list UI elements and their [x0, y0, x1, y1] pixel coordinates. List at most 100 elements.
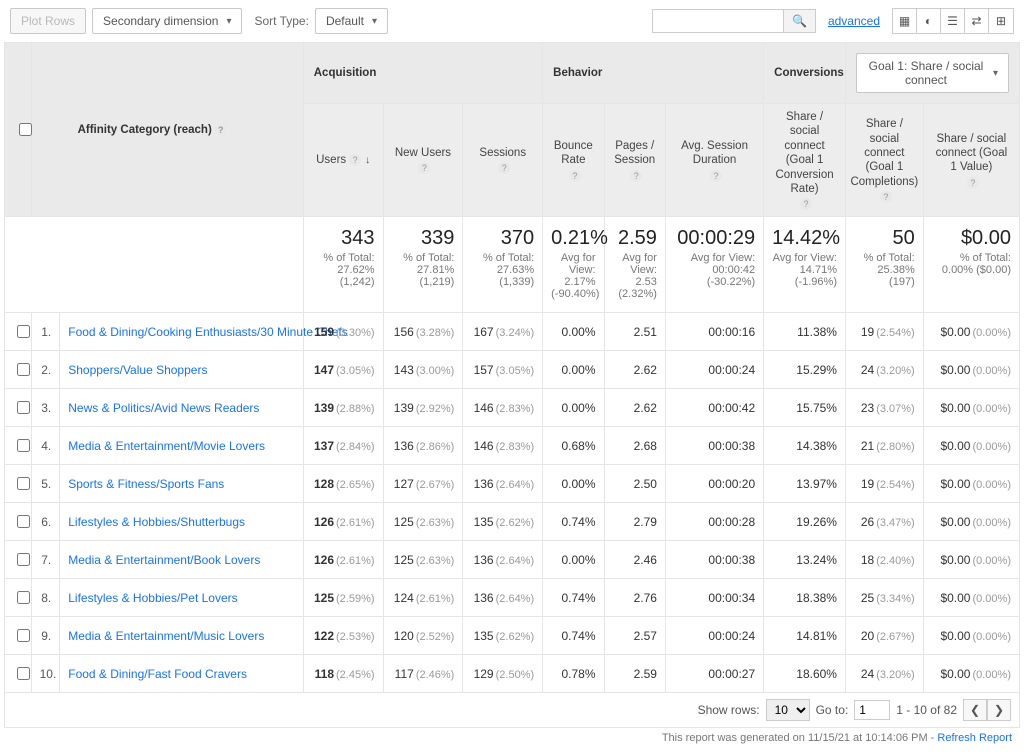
cv-rate-cell: 15.75%: [764, 389, 846, 427]
pps-cell: 2.51: [604, 313, 665, 351]
cv-value-cell: $0.00(0.00%): [923, 351, 1019, 389]
row-checkbox[interactable]: [17, 439, 30, 452]
row-index: 7.: [31, 541, 60, 579]
next-page-button[interactable]: ❯: [987, 699, 1011, 721]
col-cv-value[interactable]: Share / social connect (Goal 1 Value)?: [923, 104, 1019, 217]
category-link[interactable]: Food & Dining/Cooking Enthusiasts/30 Min…: [68, 325, 348, 339]
row-checkbox[interactable]: [17, 629, 30, 642]
bounce-cell: 0.00%: [543, 351, 604, 389]
col-bounce[interactable]: Bounce Rate?: [543, 104, 604, 217]
summary-new-users: 339% of Total:27.81%(1,219): [383, 217, 463, 313]
col-avg-dur[interactable]: Avg. Session Duration?: [665, 104, 763, 217]
row-checkbox[interactable]: [17, 667, 30, 680]
new-users-cell: 143(3.00%): [383, 351, 463, 389]
cv-completions-cell: 24(3.20%): [845, 351, 923, 389]
col-sessions[interactable]: Sessions?: [463, 104, 543, 217]
cv-completions-cell: 20(2.67%): [845, 617, 923, 655]
cv-rate-cell: 19.26%: [764, 503, 846, 541]
users-cell: 128(2.65%): [303, 465, 383, 503]
row-index: 3.: [31, 389, 60, 427]
table-row: 5.Sports & Fitness/Sports Fans128(2.65%)…: [5, 465, 1020, 503]
cv-rate-cell: 13.97%: [764, 465, 846, 503]
dimension-header[interactable]: Affinity Category (reach)?: [31, 43, 303, 217]
go-to-input[interactable]: [854, 700, 890, 720]
view-pie-icon[interactable]: ◐: [917, 9, 941, 33]
col-cv-completions[interactable]: Share / social connect (Goal 1 Completio…: [845, 104, 923, 217]
row-checkbox[interactable]: [17, 553, 30, 566]
category-cell: Media & Entertainment/Music Lovers: [60, 617, 304, 655]
rows-select[interactable]: 10: [766, 699, 810, 721]
pps-cell: 2.76: [604, 579, 665, 617]
row-checkbox[interactable]: [17, 363, 30, 376]
sessions-cell: 129(2.50%): [463, 655, 543, 693]
row-checkbox[interactable]: [17, 591, 30, 604]
col-cv-rate[interactable]: Share / social connect (Goal 1 Conversio…: [764, 104, 846, 217]
table-row: 3. News & Politics/Avid News Readers 139(2…: [5, 389, 1020, 427]
sessions-cell: 136(2.64%): [463, 579, 543, 617]
col-users[interactable]: Users?↓: [303, 104, 383, 217]
view-bars-icon[interactable]: ☰: [941, 9, 965, 33]
plot-rows-button[interactable]: Plot Rows: [10, 8, 86, 34]
view-table-icon[interactable]: ▦: [893, 9, 917, 33]
cv-completions-cell: 19(2.54%): [845, 465, 923, 503]
row-index: 9.: [31, 617, 60, 655]
bounce-cell: 0.00%: [543, 313, 604, 351]
row-index: 4.: [31, 427, 60, 465]
row-checkbox[interactable]: [17, 325, 30, 338]
category-link[interactable]: News & Politics/Avid News Readers: [68, 401, 259, 415]
duration-cell: 00:00:34: [665, 579, 763, 617]
category-cell: Sports & Fitness/Sports Fans: [60, 465, 304, 503]
category-cell: Media & Entertainment/Book Lovers: [60, 541, 304, 579]
search-box: 🔍: [652, 9, 816, 33]
sessions-cell: 167(3.24%): [463, 313, 543, 351]
summary-pps: 2.59Avg for View:2.53(2.32%): [604, 217, 665, 313]
cv-value-cell: $0.00(0.00%): [923, 389, 1019, 427]
col-pps[interactable]: Pages / Session?: [604, 104, 665, 217]
sort-type-dropdown[interactable]: Default: [315, 8, 388, 34]
search-input[interactable]: [653, 10, 783, 32]
advanced-link[interactable]: advanced: [828, 14, 880, 28]
row-index: 2.: [31, 351, 60, 389]
bounce-cell: 0.74%: [543, 579, 604, 617]
cv-value-cell: $0.00(0.00%): [923, 579, 1019, 617]
new-users-cell: 120(2.52%): [383, 617, 463, 655]
refresh-report-link[interactable]: Refresh Report: [937, 732, 1012, 744]
category-link[interactable]: Media & Entertainment/Movie Lovers: [68, 439, 265, 453]
pagination-footer: Show rows: 10 Go to: 1 - 10 of 82 ❮ ❯: [4, 693, 1020, 728]
search-icon[interactable]: 🔍: [783, 10, 815, 32]
select-all-checkbox[interactable]: [19, 123, 32, 136]
category-link[interactable]: Media & Entertainment/Book Lovers: [68, 553, 260, 567]
category-link[interactable]: Sports & Fitness/Sports Fans: [68, 477, 224, 491]
summary-cv2: 50% of Total:25.38% (197): [845, 217, 923, 313]
help-icon[interactable]: ?: [215, 124, 227, 136]
view-pivot-icon[interactable]: ⊞: [989, 9, 1013, 33]
summary-avg-dur: 00:00:29Avg for View:00:00:42(-30.22%): [665, 217, 763, 313]
prev-page-button[interactable]: ❮: [963, 699, 987, 721]
category-link[interactable]: Food & Dining/Fast Food Cravers: [68, 667, 247, 681]
secondary-dimension-dropdown[interactable]: Secondary dimension: [92, 8, 242, 34]
table-row: 10.Food & Dining/Fast Food Cravers118(2.…: [5, 655, 1020, 693]
category-link[interactable]: Lifestyles & Hobbies/Pet Lovers: [68, 591, 237, 605]
pps-cell: 2.62: [604, 351, 665, 389]
cv-value-cell: $0.00(0.00%): [923, 655, 1019, 693]
category-cell: Food & Dining/Cooking Enthusiasts/30 Min…: [60, 313, 304, 351]
goal-selector-dropdown[interactable]: Goal 1: Share / social connect: [856, 53, 1009, 93]
new-users-cell: 139(2.92%): [383, 389, 463, 427]
col-new-users[interactable]: New Users?: [383, 104, 463, 217]
cv-rate-cell: 13.24%: [764, 541, 846, 579]
row-checkbox[interactable]: [17, 515, 30, 528]
report-timestamp: This report was generated on 11/15/21 at…: [4, 728, 1020, 752]
category-link[interactable]: Shoppers/Value Shoppers: [68, 363, 207, 377]
view-comparison-icon[interactable]: ⇄: [965, 9, 989, 33]
category-link[interactable]: Lifestyles & Hobbies/Shutterbugs: [68, 515, 245, 529]
users-cell: 118(2.45%): [303, 655, 383, 693]
row-checkbox[interactable]: [17, 401, 30, 414]
summary-cv3: $0.00% of Total:0.00% ($0.00): [923, 217, 1019, 313]
row-checkbox[interactable]: [17, 477, 30, 490]
category-link[interactable]: Media & Entertainment/Music Lovers: [68, 629, 264, 643]
sessions-cell: 157(3.05%): [463, 351, 543, 389]
bounce-cell: 0.00%: [543, 465, 604, 503]
duration-cell: 00:00:38: [665, 427, 763, 465]
table-row: 8.Lifestyles & Hobbies/Pet Lovers125(2.5…: [5, 579, 1020, 617]
new-users-cell: 125(2.63%): [383, 503, 463, 541]
